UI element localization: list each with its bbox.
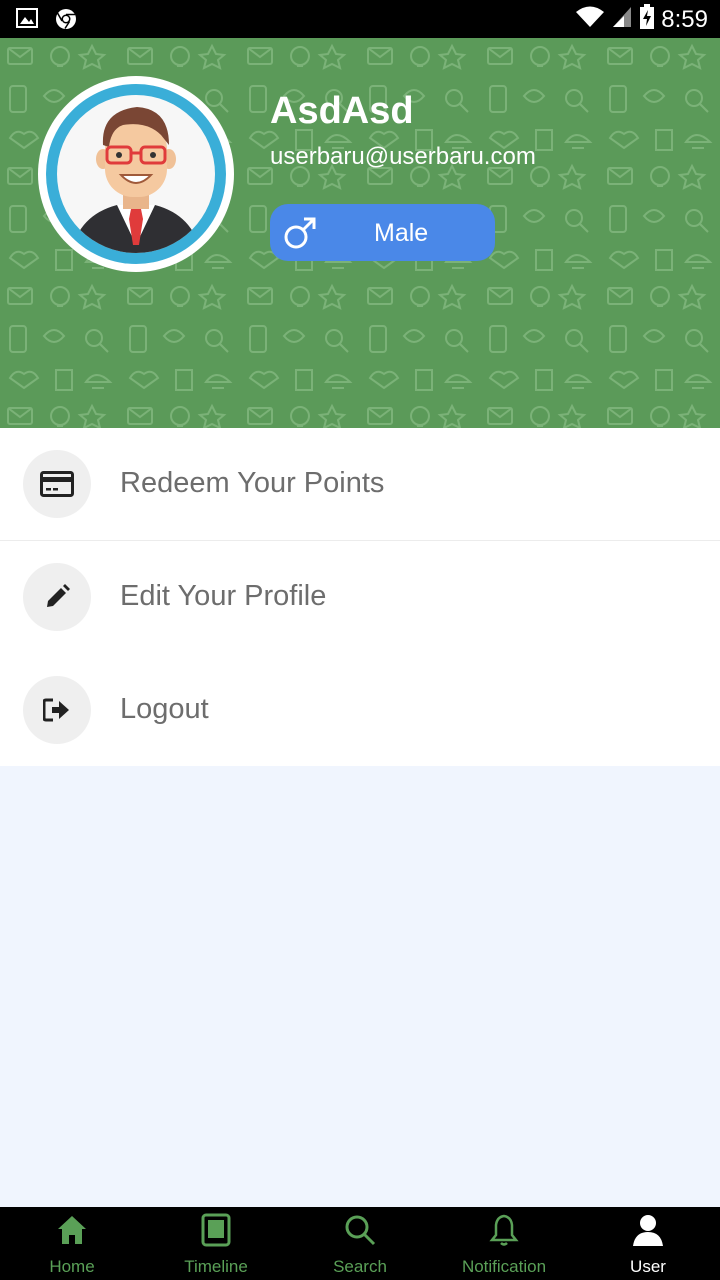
status-time: 8:59 <box>661 5 708 33</box>
nav-label: Timeline <box>184 1257 248 1276</box>
signal-icon <box>611 5 633 34</box>
chrome-notification-icon <box>54 7 78 36</box>
bottom-navigation: Home Timeline Search Notification User <box>0 1207 720 1280</box>
avatar-border <box>46 84 226 264</box>
nav-item-notification[interactable]: Notification <box>432 1207 576 1280</box>
menu-item-label: Edit Your Profile <box>120 580 327 612</box>
profile-header: AsdAsd userbaru@userbaru.com Male <box>0 38 720 428</box>
nav-item-user[interactable]: User <box>576 1207 720 1280</box>
profile-name: AsdAsd <box>270 90 414 132</box>
gender-button[interactable]: Male <box>270 204 495 261</box>
home-icon <box>55 1213 89 1252</box>
nav-item-home[interactable]: Home <box>0 1207 144 1280</box>
avatar[interactable] <box>38 76 234 272</box>
profile-email: userbaru@userbaru.com <box>270 143 536 170</box>
menu-item-label: Redeem Your Points <box>120 467 385 499</box>
male-icon <box>282 215 318 256</box>
pencil-icon <box>23 563 91 631</box>
nav-item-timeline[interactable]: Timeline <box>144 1207 288 1280</box>
nav-label: Notification <box>461 1257 547 1276</box>
bell-icon <box>489 1213 519 1252</box>
nav-label: Search <box>333 1257 387 1276</box>
status-bar: 8:59 <box>0 0 720 38</box>
credit-card-icon <box>23 450 91 518</box>
nav-label: User <box>630 1257 666 1276</box>
search-icon <box>343 1213 377 1252</box>
profile-menu: Redeem Your Points Edit Your Profile Log… <box>0 428 720 766</box>
tablet-icon <box>201 1213 231 1252</box>
nav-label: Home <box>49 1257 95 1276</box>
gallery-notification-icon <box>16 7 38 36</box>
menu-item-label: Logout <box>120 693 209 725</box>
battery-icon <box>639 4 655 35</box>
menu-item-redeem-points[interactable]: Redeem Your Points <box>0 428 720 541</box>
logout-icon <box>23 676 91 744</box>
wifi-icon <box>575 5 605 34</box>
avatar-image <box>57 95 215 253</box>
nav-item-search[interactable]: Search <box>288 1207 432 1280</box>
user-icon <box>631 1213 665 1252</box>
menu-item-logout[interactable]: Logout <box>0 654 720 766</box>
gender-label: Male <box>374 219 429 247</box>
menu-item-edit-profile[interactable]: Edit Your Profile <box>0 541 720 653</box>
